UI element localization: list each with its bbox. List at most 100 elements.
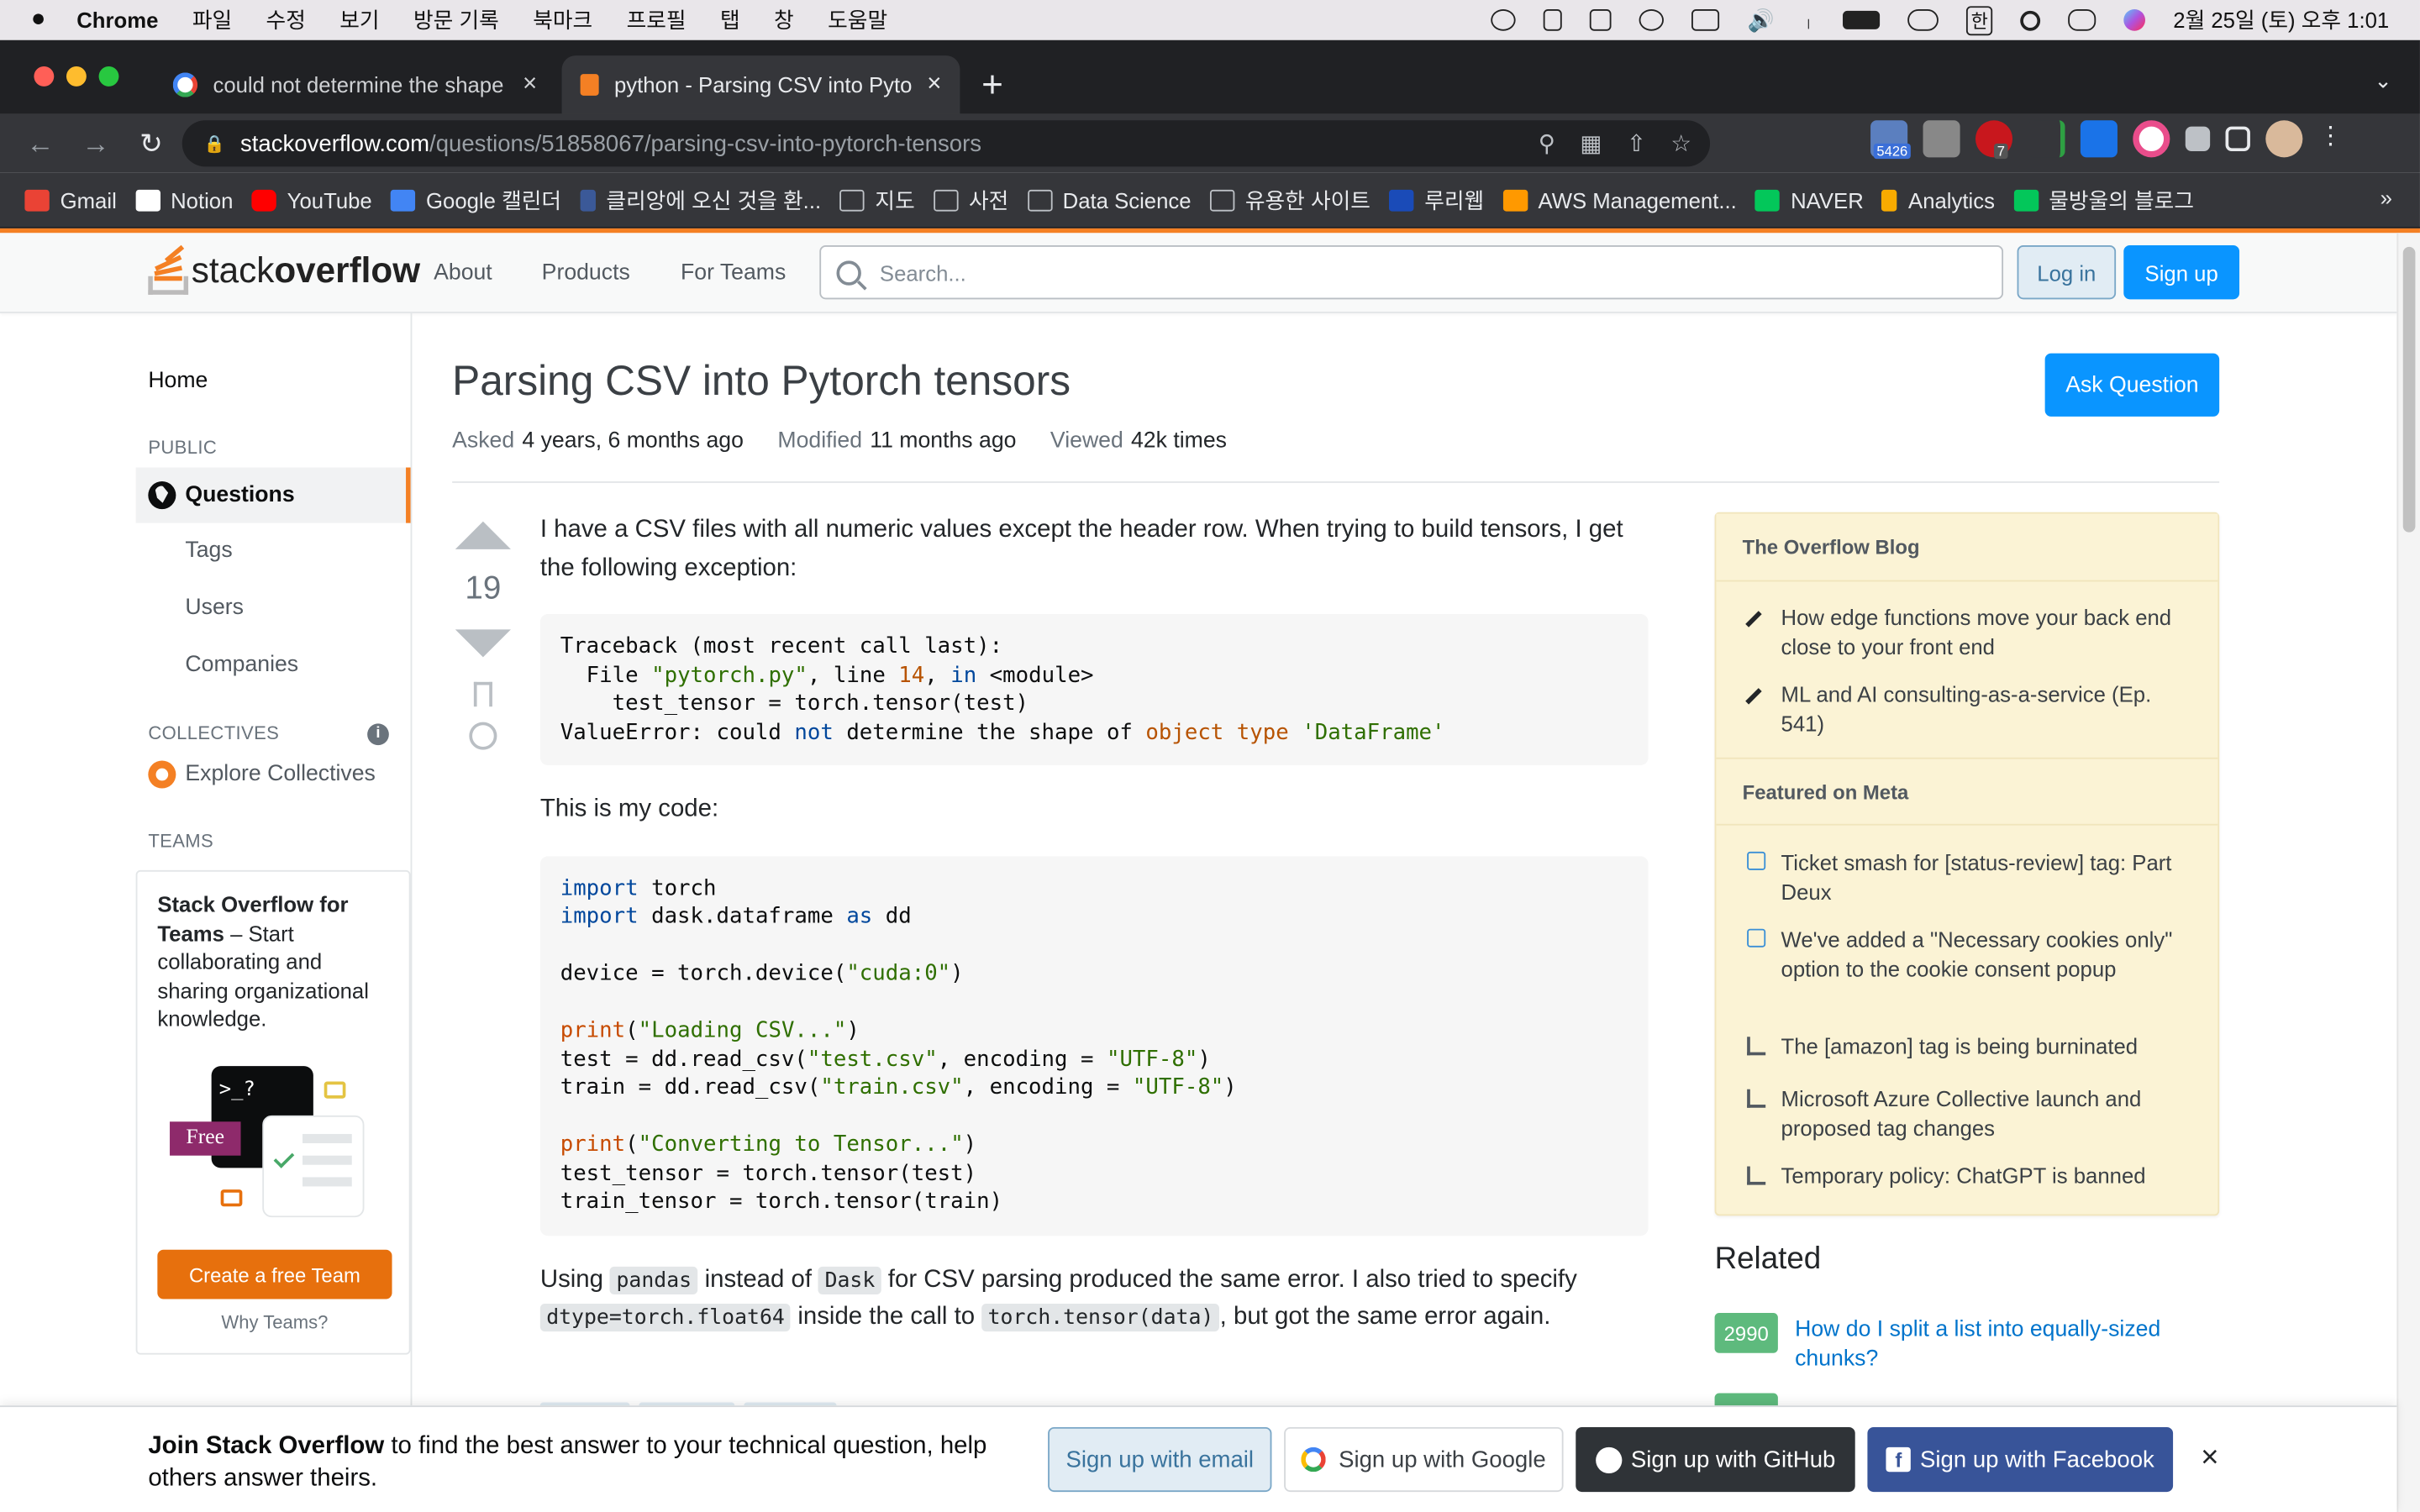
tab-google-search[interactable]: could not determine the shape ×: [155, 55, 556, 114]
zoom-window-button[interactable]: [98, 66, 119, 87]
bookmark-folder-map[interactable]: 지도: [839, 184, 915, 215]
bookmark-blog[interactable]: 물방울의 블로그: [2013, 184, 2194, 215]
lock-icon[interactable]: 🔒: [203, 134, 224, 154]
bookmark-clien[interactable]: 클리앙에 오신 것을 환...: [580, 184, 821, 215]
back-icon[interactable]: ←: [24, 128, 55, 160]
app-menu[interactable]: Chrome: [76, 8, 158, 32]
windows-grid-icon[interactable]: [1590, 9, 1612, 31]
side-panel-icon[interactable]: [2225, 126, 2250, 151]
extension-counter-icon[interactable]: 5426: [1870, 120, 1911, 160]
bookmark-analytics[interactable]: Analytics: [1881, 187, 1995, 213]
bookmark-folder-dictionary[interactable]: 사전: [933, 184, 1008, 215]
sidebar-item-questions[interactable]: Questions: [135, 467, 411, 523]
address-bar[interactable]: 🔒 stackoverflow.com/questions/51858067/p…: [182, 120, 1711, 167]
menu-history[interactable]: 방문 기록: [413, 5, 499, 36]
bluetooth-icon[interactable]: ᛧ: [1802, 8, 1815, 32]
related-link[interactable]: How do I split a list into equally-sized…: [1795, 1316, 2212, 1375]
bolt-status-icon[interactable]: [1639, 9, 1665, 31]
signup-github-button[interactable]: Sign up with GitHub: [1576, 1426, 1855, 1493]
signup-button[interactable]: Sign up: [2123, 245, 2240, 300]
nav-for-teams[interactable]: For Teams: [681, 260, 786, 285]
notification-status-icon[interactable]: [1491, 9, 1517, 31]
close-tab-icon[interactable]: ×: [523, 71, 537, 98]
bookmark-folder-data-science[interactable]: Data Science: [1027, 187, 1192, 213]
menu-edit[interactable]: 수정: [266, 5, 306, 36]
code-block[interactable]: import torch import dask.dataframe as dd…: [539, 855, 1649, 1236]
blog-item[interactable]: ML and AI consulting-as-a-service (Ep. 5…: [1744, 680, 2191, 738]
translate-icon[interactable]: ▦: [1580, 129, 1602, 157]
bookmark-icon[interactable]: [473, 681, 492, 707]
search-input[interactable]: Search...: [819, 245, 2004, 300]
extensions-puzzle-icon[interactable]: [2185, 126, 2211, 151]
tab-stackoverflow[interactable]: python - Parsing CSV into Pyto ×: [561, 55, 960, 114]
signup-email-button[interactable]: Sign up with email: [1048, 1426, 1272, 1493]
apple-menu-icon[interactable]: ●: [31, 6, 46, 34]
modified-value[interactable]: 11 months ago: [870, 429, 1016, 454]
menu-view[interactable]: 보기: [339, 5, 379, 36]
tab-search-chevron-icon[interactable]: ⌄: [2374, 68, 2392, 94]
display-icon[interactable]: [1691, 9, 1720, 31]
close-tab-icon[interactable]: ×: [927, 71, 941, 98]
close-icon[interactable]: ×: [2201, 1441, 2218, 1476]
volume-icon[interactable]: 🔊: [1748, 7, 1775, 33]
stackoverflow-logo[interactable]: stack overflow: [148, 244, 420, 295]
close-window-button[interactable]: [34, 66, 55, 87]
asked-value[interactable]: 4 years, 6 months ago: [522, 429, 744, 454]
ask-question-button[interactable]: Ask Question: [2044, 353, 2220, 417]
meta-item[interactable]: We've added a "Necessary cookies only" o…: [1744, 926, 2191, 983]
sidebar-item-users[interactable]: Users: [185, 596, 244, 620]
why-teams-link[interactable]: Why Teams?: [137, 1311, 412, 1333]
meta-item[interactable]: The [amazon] tag is being burninated: [1744, 1032, 2191, 1061]
scrollbar-thumb[interactable]: [2402, 246, 2416, 533]
menu-tab[interactable]: 탭: [720, 5, 740, 36]
chrome-menu-icon[interactable]: ⋮: [2318, 120, 2343, 157]
extension-ring-icon[interactable]: [2133, 120, 2170, 158]
question-title[interactable]: Parsing CSV into Pytorch tensors: [452, 358, 1071, 406]
extension-page-icon[interactable]: [1923, 120, 1960, 158]
meta-item[interactable]: Microsoft Azure Collective launch and pr…: [1744, 1084, 2191, 1142]
menu-window[interactable]: 창: [774, 5, 794, 36]
login-button[interactable]: Log in: [2017, 245, 2117, 300]
reload-icon[interactable]: ↻: [136, 128, 167, 160]
bookmark-youtube[interactable]: YouTube: [251, 187, 372, 213]
new-tab-button[interactable]: +: [981, 65, 1003, 108]
siri-icon[interactable]: [2123, 9, 2146, 31]
search-page-icon[interactable]: ⚲: [1539, 129, 1555, 157]
sidebar-item-explore-collectives[interactable]: Explore Collectives: [148, 760, 376, 789]
minimize-window-button[interactable]: [66, 66, 87, 87]
bookmark-ruliweb[interactable]: 루리웹: [1389, 184, 1484, 215]
history-icon[interactable]: [469, 722, 497, 750]
nav-about[interactable]: About: [434, 260, 492, 285]
clock[interactable]: 2월 25일 (토) 오후 1:01: [2173, 5, 2389, 36]
traceback-code-block[interactable]: Traceback (most recent call last): File …: [539, 614, 1649, 766]
info-icon[interactable]: i: [367, 723, 389, 746]
link-status-icon[interactable]: [1907, 9, 1939, 31]
adblock-icon[interactable]: 7: [1975, 120, 2013, 160]
blog-item[interactable]: How edge functions move your back end cl…: [1744, 603, 2191, 660]
upvote-icon[interactable]: [455, 521, 511, 549]
menu-help[interactable]: 도움말: [828, 5, 887, 36]
meta-item[interactable]: Temporary policy: ChatGPT is banned: [1744, 1162, 2191, 1190]
battery-icon[interactable]: [1843, 10, 1881, 29]
spotlight-icon[interactable]: [2020, 9, 2041, 30]
bookmark-aws[interactable]: AWS Management...: [1502, 187, 1737, 213]
sidebar-item-home[interactable]: Home: [148, 369, 208, 393]
signup-facebook-button[interactable]: f Sign up with Facebook: [1867, 1426, 2174, 1493]
bookmark-google-calendar[interactable]: Google 캘린더: [390, 184, 561, 215]
bookmark-folder-useful-sites[interactable]: 유용한 사이트: [1209, 184, 1370, 215]
forward-icon[interactable]: →: [81, 128, 112, 160]
menu-file[interactable]: 파일: [192, 5, 232, 36]
nav-products[interactable]: Products: [542, 260, 630, 285]
input-method-indicator[interactable]: 한: [1966, 5, 1993, 35]
control-center-icon[interactable]: [2068, 9, 2096, 31]
menu-profiles[interactable]: 프로필: [627, 5, 687, 36]
vpn-status-icon[interactable]: [1544, 9, 1563, 31]
share-icon[interactable]: ⇧: [1627, 129, 1646, 157]
sidebar-item-tags[interactable]: Tags: [185, 538, 232, 563]
signup-google-button[interactable]: Sign up with Google: [1284, 1426, 1564, 1493]
sidebar-item-companies[interactable]: Companies: [185, 653, 298, 677]
bookmark-notion[interactable]: Notion: [134, 187, 233, 213]
menu-bookmarks[interactable]: 북마크: [533, 5, 592, 36]
bookmark-naver[interactable]: NAVER: [1754, 187, 1864, 213]
bookmarks-overflow-button[interactable]: »: [2381, 185, 2392, 209]
